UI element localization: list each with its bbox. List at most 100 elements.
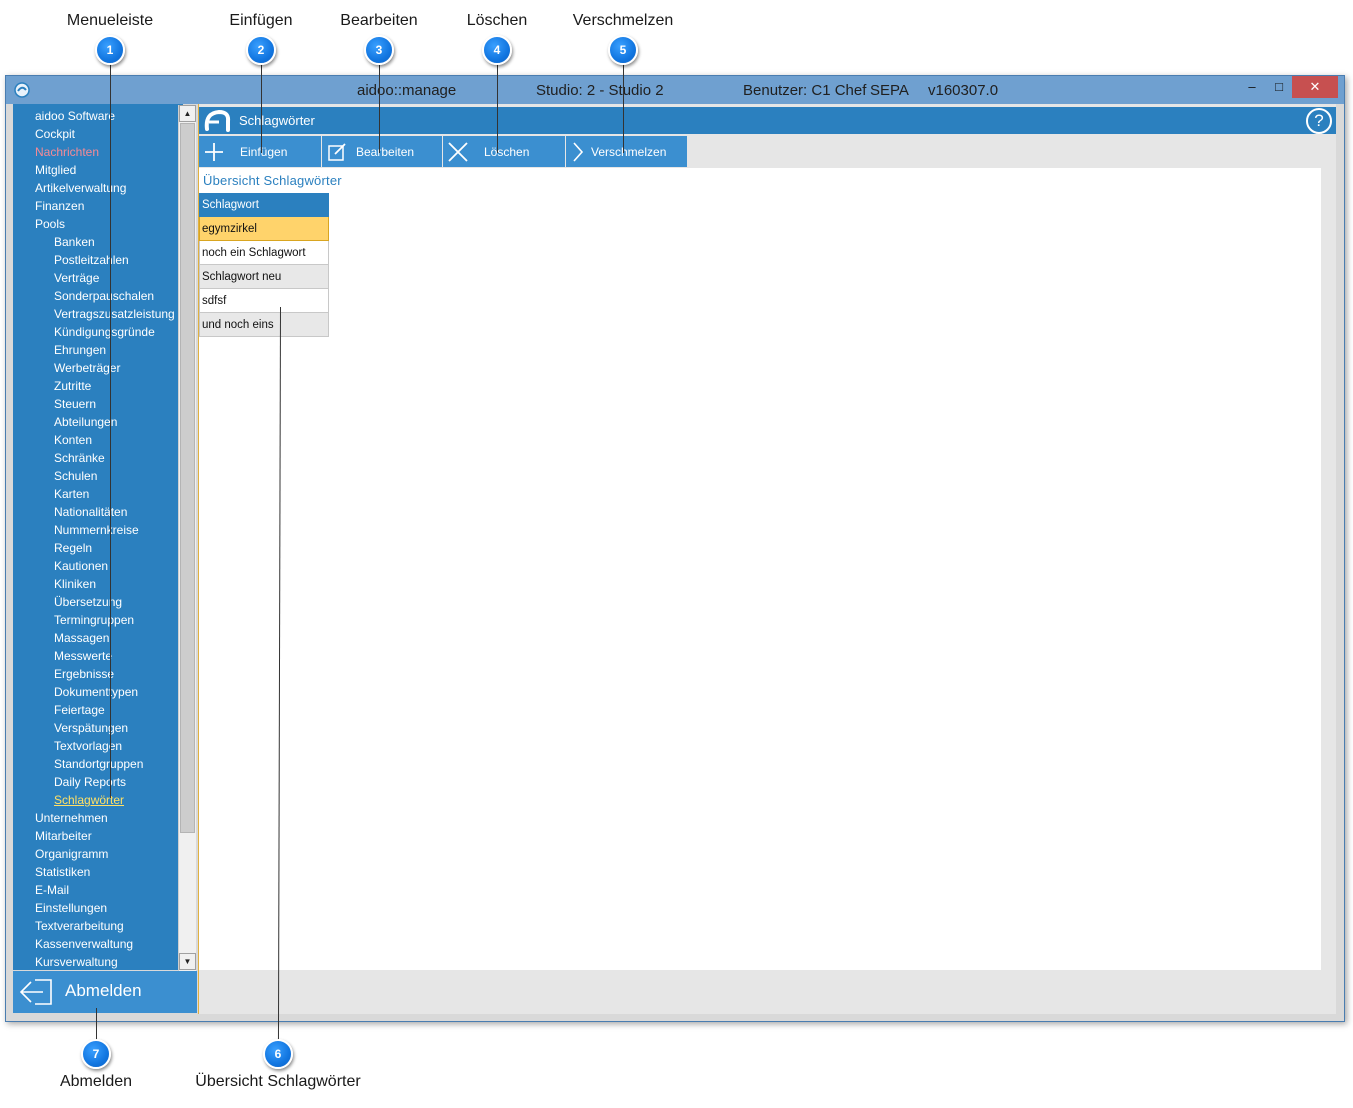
app-logo-icon xyxy=(14,82,30,98)
minimize-button[interactable]: – xyxy=(1238,76,1266,98)
sidebar-item-artikelverwaltung[interactable]: Artikelverwaltung xyxy=(35,179,126,197)
merge-button[interactable]: Verschmelzen xyxy=(566,136,687,167)
sidebar-item-unternehmen[interactable]: Unternehmen xyxy=(35,809,108,827)
callout-marker-5: 5 xyxy=(608,35,638,65)
table-cell[interactable]: sdfsf xyxy=(199,288,329,313)
sidebar-item-massagen[interactable]: Massagen xyxy=(54,629,109,647)
sidebar-item-aidoo-software[interactable]: aidoo Software xyxy=(35,107,115,125)
delete-label: Löschen xyxy=(484,145,530,159)
sidebar-item-kliniken[interactable]: Kliniken xyxy=(54,575,96,593)
sidebar-item-nachrichten[interactable]: Nachrichten xyxy=(35,143,99,161)
sidebar-item-mitglied[interactable]: Mitglied xyxy=(35,161,76,179)
sidebar-item-textverarbeitung[interactable]: Textverarbeitung xyxy=(35,917,124,935)
scroll-thumb[interactable] xyxy=(180,123,195,833)
callout-marker-7: 7 xyxy=(81,1039,111,1069)
sidebar-item-statistiken[interactable]: Statistiken xyxy=(35,863,90,881)
logout-arrow-icon xyxy=(19,979,52,1005)
sidebar-item-textvorlagen[interactable]: Textvorlagen xyxy=(54,737,122,755)
sidebar-item-kuendigungsgruende[interactable]: Kündigungsgründe xyxy=(54,323,155,341)
sidebar-item-termingruppen[interactable]: Termingruppen xyxy=(54,611,134,629)
callout-line-5 xyxy=(623,63,624,153)
callout-line-1 xyxy=(110,63,111,798)
sidebar-item-daily-reports[interactable]: Daily Reports xyxy=(54,773,126,791)
studio-label: Studio: 2 - Studio 2 xyxy=(536,82,664,99)
sidebar-item-verspaetungen[interactable]: Verspätungen xyxy=(54,719,128,737)
callout-line-3 xyxy=(379,63,380,153)
table-row[interactable]: egymzirkel xyxy=(199,216,329,241)
callout-marker-4: 4 xyxy=(482,35,512,65)
close-button[interactable]: ✕ xyxy=(1292,76,1338,98)
sidebar-item-kassenverwaltung[interactable]: Kassenverwaltung xyxy=(35,935,133,953)
sidebar-item-uebersetzung[interactable]: Übersetzung xyxy=(54,593,122,611)
sidebar-item-steuern[interactable]: Steuern xyxy=(54,395,96,413)
user-label: Benutzer: C1 Chef xyxy=(743,82,867,99)
sidebar-item-nationalitaeten[interactable]: Nationalitäten xyxy=(54,503,127,521)
table-row[interactable]: noch ein Schlagwort xyxy=(199,240,329,265)
callout-line-4 xyxy=(497,63,498,153)
chevron-right-icon xyxy=(573,142,584,162)
insert-button[interactable]: Einfügen xyxy=(199,136,321,167)
sidebar-item-mitarbeiter[interactable]: Mitarbeiter xyxy=(35,827,92,845)
sidebar-item-abteilungen[interactable]: Abteilungen xyxy=(54,413,117,431)
sidebar-item-schulen[interactable]: Schulen xyxy=(54,467,97,485)
table-cell[interactable]: und noch eins xyxy=(199,312,329,337)
edit-icon xyxy=(328,143,346,161)
delete-x-icon xyxy=(448,142,468,162)
scroll-down-arrow-icon[interactable]: ▼ xyxy=(179,953,196,970)
sidebar-item-cockpit[interactable]: Cockpit xyxy=(35,125,75,143)
sidebar-item-organigramm[interactable]: Organigramm xyxy=(35,845,108,863)
sidebar-item-nummernkreise[interactable]: Nummernkreise xyxy=(54,521,139,539)
table-row[interactable]: sdfsf xyxy=(199,288,329,313)
sidebar-item-feiertage[interactable]: Feiertage xyxy=(54,701,105,719)
app-name: aidoo::manage xyxy=(357,82,457,99)
sidebar-item-schlagwoerter[interactable]: Schlagwörter xyxy=(54,791,124,809)
content-panel: Übersicht Schlagwörter Schlagwort egymzi… xyxy=(199,168,1321,970)
delete-button[interactable]: Löschen xyxy=(443,136,565,167)
callout-label-menubar: Menueleiste xyxy=(66,12,154,29)
plus-icon xyxy=(205,143,223,161)
sidebar-item-kursverwaltung[interactable]: Kursverwaltung xyxy=(35,953,118,970)
sidebar-item-konten[interactable]: Konten xyxy=(54,431,92,449)
sidebar-item-ehrungen[interactable]: Ehrungen xyxy=(54,341,106,359)
table-row[interactable]: und noch eins xyxy=(199,312,329,337)
toolbar: Einfügen Bearbeiten Löschen Verschmelzen xyxy=(199,136,1336,168)
sidebar-item-sonderpauschalen[interactable]: Sonderpauschalen xyxy=(54,287,154,305)
main-header: Schlagwörter ? xyxy=(199,107,1336,134)
column-header-keyword[interactable]: Schlagwort xyxy=(199,193,329,217)
sidebar-item-vertraege[interactable]: Verträge xyxy=(54,269,99,287)
callout-label-edit: Bearbeiten xyxy=(340,12,418,29)
table-row[interactable]: Schlagwort neu xyxy=(199,264,329,289)
sidebar-scrollbar[interactable]: ▲ ▼ xyxy=(178,105,196,971)
sidebar-item-finanzen[interactable]: Finanzen xyxy=(35,197,84,215)
sidebar-item-kautionen[interactable]: Kautionen xyxy=(54,557,108,575)
edit-button[interactable]: Bearbeiten xyxy=(322,136,442,167)
sidebar-item-vertragszusatzleistung[interactable]: Vertragszusatzleistung xyxy=(54,305,175,323)
sidebar-item-ergebnisse[interactable]: Ergebnisse xyxy=(54,665,114,683)
callout-label-logout: Abmelden xyxy=(59,1073,133,1090)
sidebar-item-regeln[interactable]: Regeln xyxy=(54,539,92,557)
sidebar-item-pools[interactable]: Pools xyxy=(35,215,65,233)
help-icon[interactable]: ? xyxy=(1306,108,1332,134)
sidebar-menu: aidoo Software Cockpit Nachrichten Mitgl… xyxy=(13,104,183,970)
table-cell[interactable]: noch ein Schlagwort xyxy=(199,240,329,265)
logout-button[interactable]: Abmelden xyxy=(13,971,197,1013)
sidebar-item-standortgruppen[interactable]: Standortgruppen xyxy=(54,755,143,773)
scroll-up-arrow-icon[interactable]: ▲ xyxy=(179,105,196,122)
sidebar-item-postleitzahlen[interactable]: Postleitzahlen xyxy=(54,251,129,269)
sidebar-item-banken[interactable]: Banken xyxy=(54,233,95,251)
merge-label: Verschmelzen xyxy=(591,145,667,159)
sidebar-item-karten[interactable]: Karten xyxy=(54,485,89,503)
sidebar-item-einstellungen[interactable]: Einstellungen xyxy=(35,899,107,917)
callout-label-merge: Verschmelzen xyxy=(572,12,674,29)
sidebar-item-e-mail[interactable]: E-Mail xyxy=(35,881,69,899)
insert-label: Einfügen xyxy=(240,145,288,159)
maximize-button[interactable]: □ xyxy=(1266,76,1292,98)
sidebar-item-zutritte[interactable]: Zutritte xyxy=(54,377,91,395)
sidebar-item-schraenke[interactable]: Schränke xyxy=(54,449,105,467)
version-label: v160307.0 xyxy=(928,82,999,99)
sidebar-item-dokumenttypen[interactable]: Dokumenttypen xyxy=(54,683,138,701)
sidebar-item-messwerte[interactable]: Messwerte xyxy=(54,647,112,665)
table-cell[interactable]: egymzirkel xyxy=(199,216,329,241)
callout-marker-6: 6 xyxy=(263,1039,293,1069)
table-cell[interactable]: Schlagwort neu xyxy=(199,264,329,289)
